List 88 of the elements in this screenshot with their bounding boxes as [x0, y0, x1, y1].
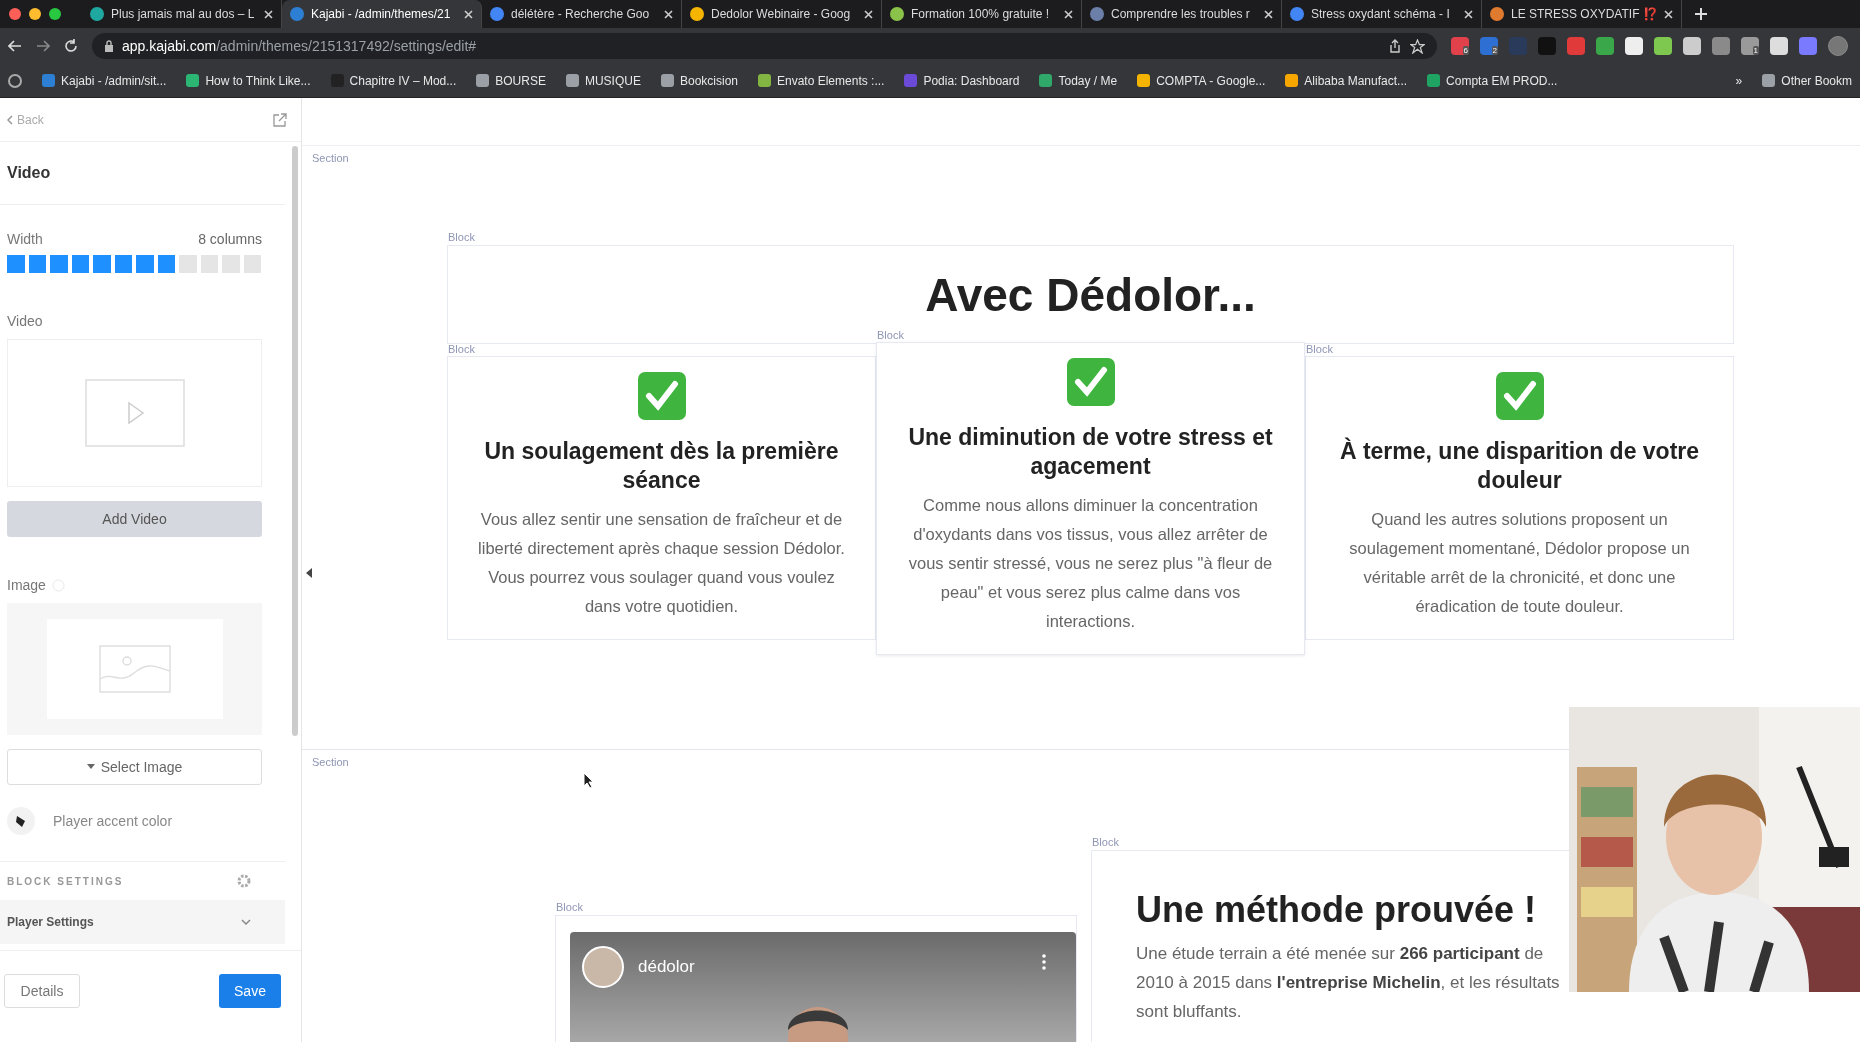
card-text: Vous allez sentir une sensation de fraîcheur et de liberté directement après chaque session Dédolor. Vous pourrez vous soulager quand vous voulez dans votre quotidien.	[477, 509, 846, 617]
bookmark[interactable]: Chapitre IV – Mod...	[330, 73, 457, 88]
close-icon[interactable]	[864, 9, 873, 19]
panel-title: Video	[0, 142, 285, 205]
more-options-icon[interactable]	[1042, 954, 1046, 970]
bookmark[interactable]: Other Bookm	[1762, 73, 1852, 88]
color-swatch[interactable]	[7, 807, 35, 835]
column-selector[interactable]	[7, 255, 262, 273]
external-link-icon[interactable]	[273, 112, 287, 127]
browser-tab[interactable]: Kajabi - /admin/themes/21	[282, 0, 482, 28]
select-image-button[interactable]: Select Image	[7, 749, 262, 785]
extension-icon[interactable]: 6	[1451, 37, 1469, 55]
checkmark-icon	[1494, 371, 1545, 421]
block-label: Block	[448, 231, 475, 243]
chevron-icon	[241, 918, 251, 926]
block-label: Block	[1092, 836, 1119, 848]
extension-icon[interactable]: 1	[1741, 37, 1759, 55]
details-button[interactable]: Details	[4, 974, 80, 1008]
share-icon[interactable]	[1388, 39, 1402, 53]
width-value: 8 columns	[198, 231, 262, 247]
bookmark[interactable]: BOURSE	[476, 73, 546, 88]
field-label: Image	[7, 577, 46, 593]
chevron-left-icon	[6, 114, 13, 125]
checkmark-icon	[1065, 357, 1116, 407]
card-title: Une diminution de votre stress et agacement	[907, 423, 1274, 481]
new-tab-icon[interactable]	[1694, 7, 1708, 21]
extension-icon[interactable]	[1770, 37, 1788, 55]
close-icon[interactable]	[464, 9, 473, 19]
channel-name[interactable]: dédolor	[638, 957, 695, 977]
card-title: Un soulagement dès la première séance	[483, 437, 840, 495]
close-icon[interactable]	[1264, 9, 1273, 19]
back-arrow-icon[interactable]	[8, 39, 22, 53]
profile-avatar[interactable]	[1828, 36, 1848, 56]
bookmark[interactable]: Kajabi - /admin/sit...	[42, 73, 167, 88]
section-label: Section	[312, 152, 349, 164]
url-text: app.kajabi.com/admin/themes/2151317492/settings/edit#	[122, 38, 477, 54]
player-settings-toggle[interactable]: Player Settings	[0, 900, 285, 944]
star-icon[interactable]	[1410, 38, 1425, 54]
bookmark[interactable]: MUSIQUE	[565, 73, 641, 88]
extension-icon[interactable]: 2	[1480, 37, 1498, 55]
bookmark[interactable]: How to Think Like...	[186, 73, 311, 88]
block-label: Block	[556, 901, 583, 913]
close-icon[interactable]	[1064, 9, 1073, 19]
block-label: Block	[1306, 343, 1333, 355]
extension-icon[interactable]	[1654, 37, 1672, 55]
extension-icon[interactable]	[1799, 37, 1817, 55]
card-title: À terme, une disparition de votre douleur	[1338, 437, 1701, 495]
paragraph: Une étude terrain a été menée sur 266 participant de 2010 à 2015 dans l'entreprise Michelin, et les résultats sont bluffants.	[1136, 943, 1561, 1023]
extension-icon[interactable]	[1596, 37, 1614, 55]
save-button[interactable]: Save	[219, 974, 281, 1008]
close-icon[interactable]	[664, 9, 673, 19]
caret-icon	[86, 764, 95, 770]
close-icon[interactable]	[1464, 9, 1473, 19]
bookmark[interactable]: Bookcision	[660, 73, 738, 88]
address-bar[interactable]: app.kajabi.com/admin/themes/2151317492/settings/edit#	[92, 33, 1437, 59]
block-label: Block	[448, 343, 475, 355]
bookmark[interactable]: COMPTA - Google...	[1137, 73, 1266, 88]
forward-arrow-icon[interactable]	[36, 39, 50, 53]
bookmark[interactable]: Today / Me	[1039, 73, 1118, 88]
checkmark-icon	[636, 371, 687, 421]
card-text: Quand les autres solutions proposent un soulagement momentané, Dédolor propose un véritable arrêt de la chronicité, et donc une éradication de toute douleur.	[1348, 509, 1691, 617]
section-heading: Une méthode prouvée !	[1136, 889, 1538, 931]
bookmark[interactable]: Podia: Dashboard	[904, 73, 1020, 88]
image-icon	[98, 645, 171, 693]
folder-icon	[1762, 74, 1776, 87]
card-text: Comme nous allons diminuer la concentration d'oxydants dans vos tissus, vous allez arrêter de vous sentir stressé, vous ne serez plus "à fleur de peau" et vous serez plus calme dans vos interactions.	[907, 495, 1274, 632]
bookmark[interactable]: Alibaba Manufact...	[1285, 73, 1408, 88]
close-icon[interactable]	[1664, 9, 1673, 19]
extension-icon[interactable]	[1625, 37, 1643, 55]
block-label: Block	[877, 329, 904, 341]
section-heading: Avec Dédolor...	[925, 267, 1256, 322]
field-label: Video	[7, 313, 44, 329]
apps-icon[interactable]	[8, 73, 22, 88]
field-label: Player accent color	[53, 813, 173, 829]
play-icon	[84, 379, 185, 447]
more-bookmarks[interactable]: »	[1735, 73, 1743, 88]
bookmark[interactable]: Envato Elements :...	[758, 73, 885, 88]
close-icon[interactable]	[264, 9, 273, 19]
section-heading: BLOCK SETTINGS	[7, 875, 124, 887]
reload-icon[interactable]	[64, 39, 78, 53]
field-label: Width	[7, 231, 43, 247]
add-video-button[interactable]: Add Video	[7, 501, 262, 537]
extension-icon[interactable]	[1683, 37, 1701, 55]
bookmark[interactable]: Compta EM PROD...	[1427, 73, 1558, 88]
cursor-icon	[583, 772, 594, 788]
lock-icon	[104, 40, 114, 52]
section-label: Section	[312, 756, 349, 768]
collapse-icon[interactable]	[306, 568, 313, 578]
